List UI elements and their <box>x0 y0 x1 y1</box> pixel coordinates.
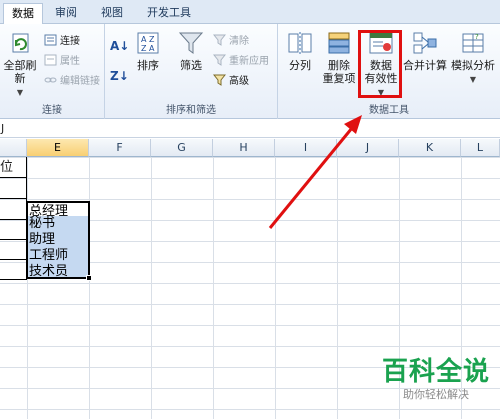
watermark: 百科全说 助你轻松解决 <box>376 357 496 403</box>
watermark-subtitle: 助你轻松解决 <box>403 388 469 401</box>
watermark-title: 百科全说 <box>381 357 490 387</box>
